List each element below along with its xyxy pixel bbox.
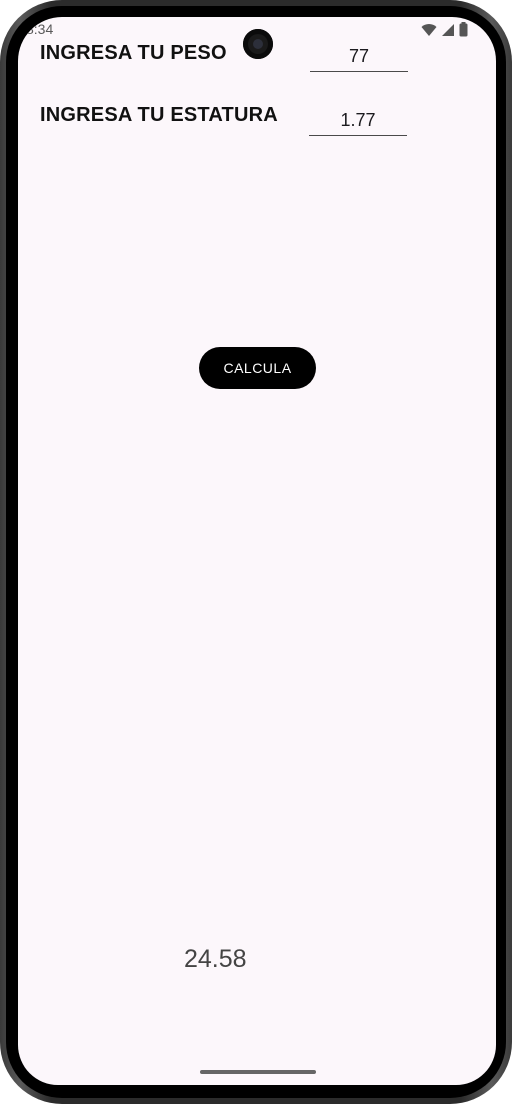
home-gesture-bar[interactable] — [200, 1070, 316, 1074]
cellular-signal-icon — [442, 23, 454, 36]
weight-label: INGRESA TU PESO — [40, 42, 227, 64]
calculate-button[interactable]: CALCULA — [199, 347, 316, 389]
phone-device: 8:34 INGRESA TU PESO 77 INGRESA TU ESTAT… — [0, 0, 514, 1110]
app-screen: 8:34 INGRESA TU PESO 77 INGRESA TU ESTAT… — [18, 17, 496, 1085]
height-label: INGRESA TU ESTATURA — [40, 104, 278, 126]
front-camera — [243, 29, 273, 59]
battery-icon — [459, 22, 468, 37]
status-bar-time: 8:34 — [26, 21, 54, 37]
weight-input[interactable]: 77 — [310, 41, 408, 72]
height-input[interactable]: 1.77 — [309, 105, 407, 136]
wifi-icon — [421, 23, 437, 36]
bmi-result: 24.58 — [184, 945, 247, 973]
status-bar-icons — [421, 22, 468, 37]
